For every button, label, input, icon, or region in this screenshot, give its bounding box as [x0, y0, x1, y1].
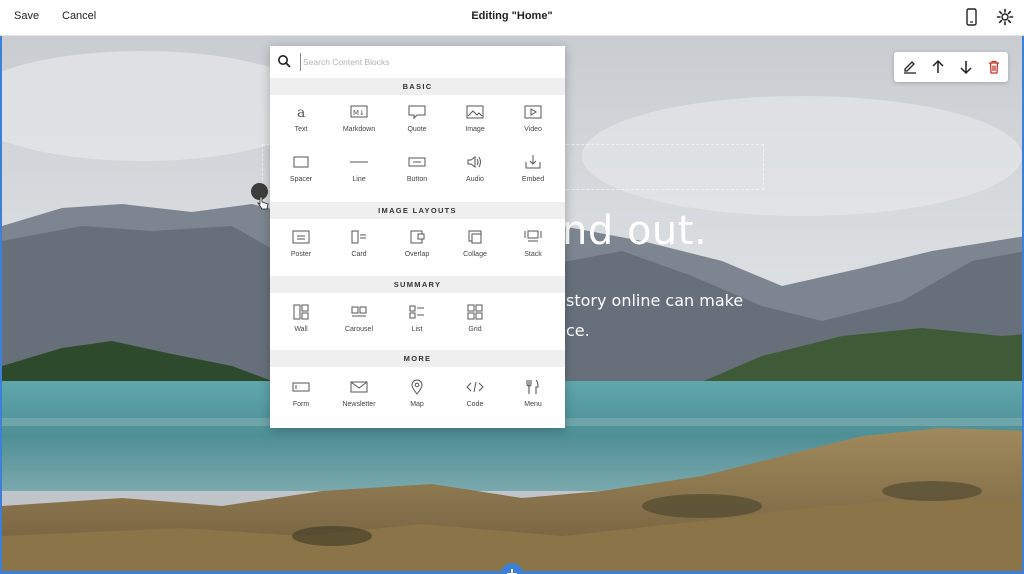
image-icon: [466, 104, 484, 120]
block-label: Spacer: [289, 176, 313, 183]
block-label: Wall: [294, 326, 308, 333]
block-label: Carousel: [344, 326, 373, 333]
block-label: Grid: [468, 326, 482, 333]
block-grid[interactable]: Grid: [446, 304, 504, 348]
section-header-summary: SUMMARY: [270, 276, 565, 293]
list-icon: [408, 304, 426, 320]
block-label: Button: [406, 176, 428, 183]
block-label: Line: [352, 176, 366, 183]
phone-icon[interactable]: [961, 7, 981, 27]
block-menu[interactable]: Menu: [504, 379, 562, 423]
collage-icon: [466, 229, 484, 245]
block-spacer[interactable]: Spacer: [272, 154, 330, 198]
quote-icon: [408, 104, 426, 120]
hero-body-line: ce.: [566, 321, 590, 340]
video-icon: [524, 104, 542, 120]
block-label: Map: [410, 401, 424, 408]
block-label: Quote: [407, 126, 427, 133]
block-form[interactable]: Form: [272, 379, 330, 423]
block-label: Menu: [524, 401, 542, 408]
content-block-picker: BASIC a Text M↓ Markdown Quote Image Vid…: [270, 46, 565, 428]
block-label: Markdown: [342, 126, 376, 133]
button-icon: [408, 154, 426, 170]
svg-text:M↓: M↓: [353, 109, 365, 117]
block-label: Card: [351, 251, 367, 258]
wall-icon: [292, 304, 310, 320]
line-icon: [350, 154, 368, 170]
search-bar: [270, 46, 565, 78]
block-label: Poster: [290, 251, 312, 258]
hero-heading: nd out.: [562, 208, 708, 254]
fork-knife-icon: [524, 379, 542, 395]
stack-icon: [524, 229, 542, 245]
block-label: Audio: [466, 176, 484, 183]
editor-topbar: Save Cancel Editing "Home": [0, 0, 1024, 36]
hero-body-text: story online can make ce.: [566, 286, 743, 346]
block-overlap[interactable]: Overlap: [388, 229, 446, 273]
block-label: Code: [466, 401, 484, 408]
block-newsletter[interactable]: Newsletter: [330, 379, 388, 423]
block-map[interactable]: Map: [388, 379, 446, 423]
text-icon: a: [292, 104, 310, 121]
markdown-icon: M↓: [350, 104, 368, 120]
poster-icon: [292, 229, 310, 245]
trash-icon[interactable]: [986, 59, 1002, 75]
hero-body-line: story online can make: [566, 291, 744, 310]
section-header-more: MORE: [270, 350, 565, 367]
block-image[interactable]: Image: [446, 104, 504, 148]
block-video[interactable]: Video: [504, 104, 562, 148]
plus-icon: [507, 569, 517, 574]
embed-icon: [524, 154, 542, 170]
block-label: Form: [292, 401, 310, 408]
search-icon: [277, 54, 291, 68]
block-label: Newsletter: [342, 401, 376, 408]
block-text[interactable]: a Text: [272, 104, 330, 148]
block-markdown[interactable]: M↓ Markdown: [330, 104, 388, 148]
map-pin-icon: [408, 379, 426, 395]
block-line[interactable]: Line: [330, 154, 388, 198]
block-list[interactable]: List: [388, 304, 446, 348]
block-label: Video: [524, 126, 542, 133]
speaker-icon: [466, 154, 484, 170]
block-label: Text: [294, 126, 308, 133]
block-button[interactable]: Button: [388, 154, 446, 198]
pencil-icon[interactable]: [902, 59, 918, 75]
envelope-icon: [350, 379, 368, 395]
search-input[interactable]: [300, 53, 550, 71]
spacer-icon: [292, 154, 310, 170]
section-header-image-layouts: IMAGE LAYOUTS: [270, 202, 565, 219]
block-collage[interactable]: Collage: [446, 229, 504, 273]
block-poster[interactable]: Poster: [272, 229, 330, 273]
gear-icon[interactable]: [995, 7, 1015, 27]
block-label: Collage: [463, 251, 487, 258]
hand-cursor-icon: [256, 196, 269, 210]
block-quote[interactable]: Quote: [388, 104, 446, 148]
block-stack[interactable]: Stack: [504, 229, 562, 273]
block-label: Embed: [521, 176, 545, 183]
form-icon: [292, 379, 310, 395]
arrow-down-icon[interactable]: [958, 59, 974, 75]
add-section-button[interactable]: [501, 563, 523, 574]
page-title: Editing "Home": [471, 10, 553, 22]
block-card[interactable]: Card: [330, 229, 388, 273]
block-toolbar: [894, 52, 1008, 82]
block-label: Stack: [524, 251, 542, 258]
block-label: Overlap: [404, 251, 430, 258]
svg-text:a: a: [297, 105, 305, 120]
arrow-up-icon[interactable]: [930, 59, 946, 75]
block-code[interactable]: Code: [446, 379, 504, 423]
block-audio[interactable]: Audio: [446, 154, 504, 198]
grid-icon: [466, 304, 484, 320]
section-header-basic: BASIC: [270, 78, 565, 95]
card-icon: [350, 229, 368, 245]
block-embed[interactable]: Embed: [504, 154, 562, 198]
code-icon: [466, 379, 484, 395]
overlap-icon: [408, 229, 426, 245]
block-carousel[interactable]: Carousel: [330, 304, 388, 348]
block-label: List: [411, 326, 423, 333]
block-wall[interactable]: Wall: [272, 304, 330, 348]
block-label: Image: [465, 126, 485, 133]
carousel-icon: [350, 304, 368, 320]
